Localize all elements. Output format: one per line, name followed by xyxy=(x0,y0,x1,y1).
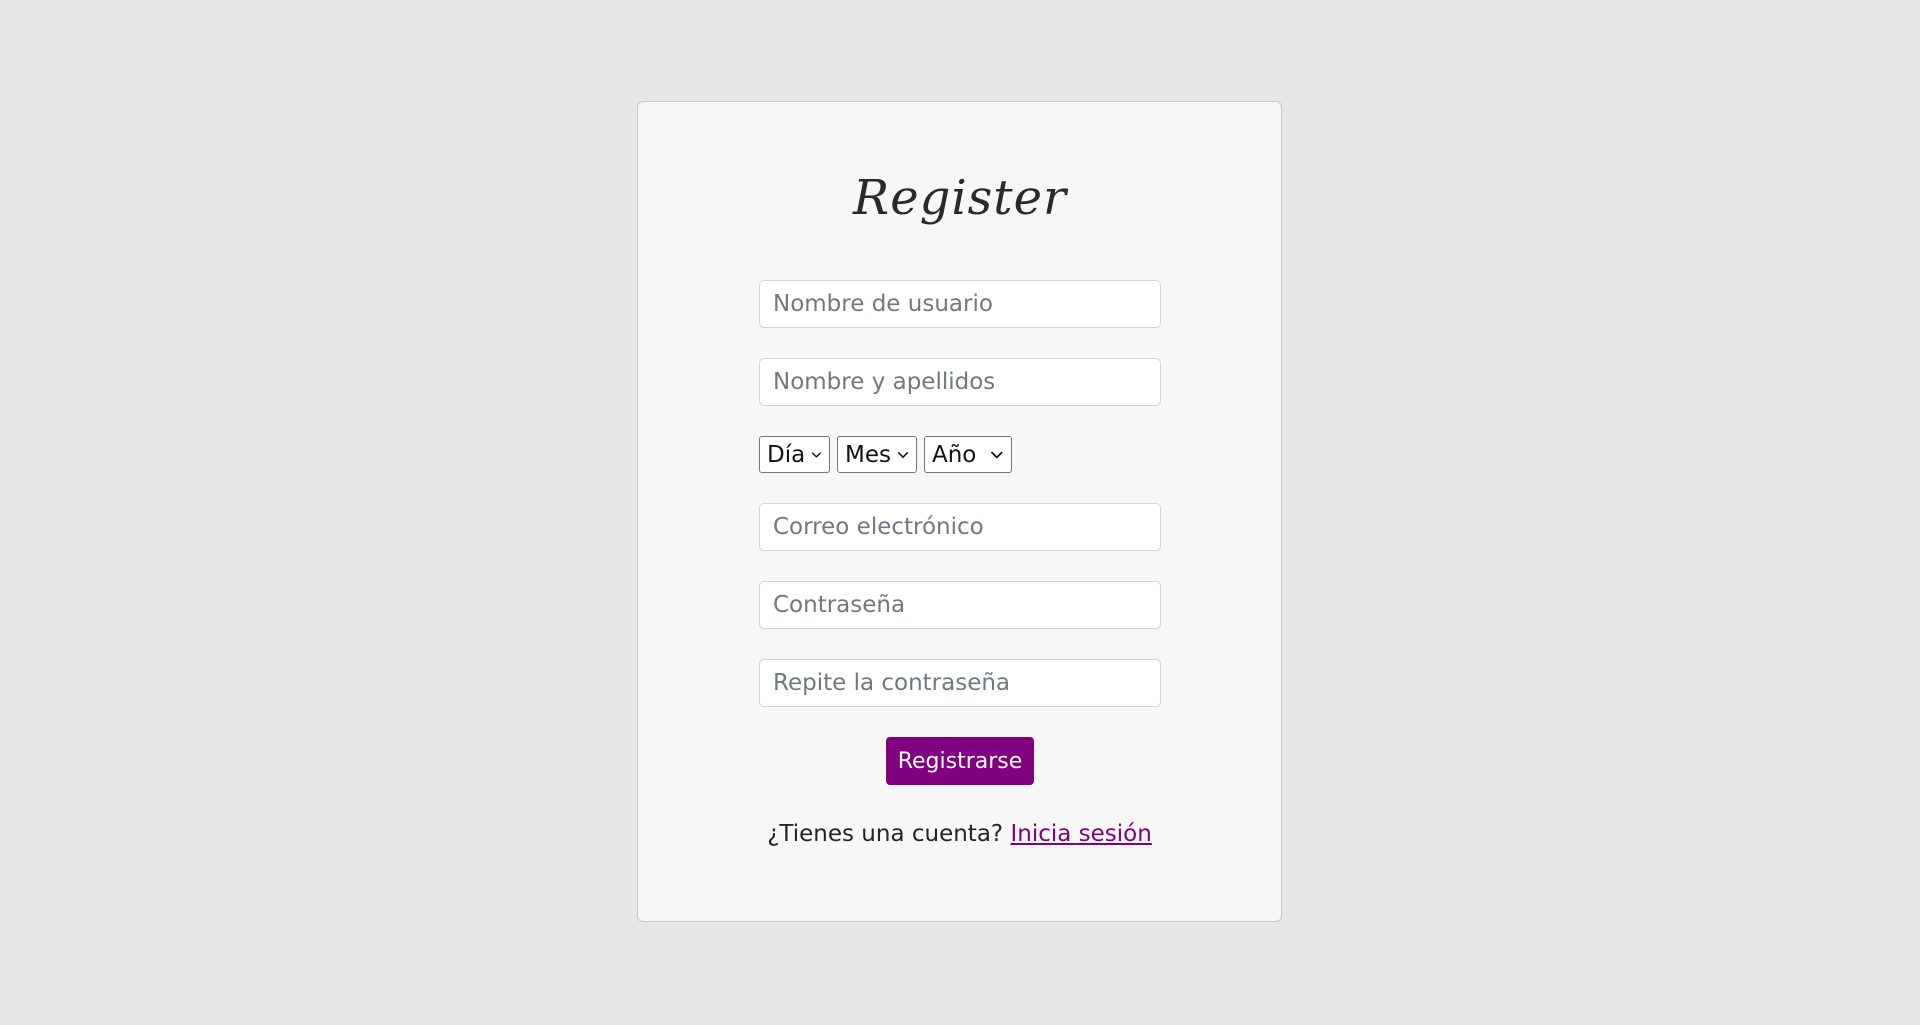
page-title: Register xyxy=(853,170,1067,226)
email-input[interactable] xyxy=(759,503,1161,551)
username-input[interactable] xyxy=(759,280,1161,328)
login-prompt: ¿Tienes una cuenta? Inicia sesión xyxy=(637,818,1282,850)
year-select-label: Año xyxy=(932,441,977,468)
chevron-down-icon xyxy=(897,451,909,458)
login-link[interactable]: Inicia sesión xyxy=(1010,821,1151,847)
password-repeat-input[interactable] xyxy=(759,659,1161,707)
day-select-label: Día xyxy=(767,441,806,468)
chevron-down-icon xyxy=(812,451,822,458)
login-prompt-text: ¿Tienes una cuenta? xyxy=(767,821,1004,847)
birthdate-selects: Día Mes Año xyxy=(759,436,1012,473)
chevron-down-icon xyxy=(991,451,1003,458)
year-select[interactable]: Año xyxy=(924,436,1012,473)
day-select[interactable]: Día xyxy=(759,436,830,473)
fullname-input[interactable] xyxy=(759,358,1161,406)
password-input[interactable] xyxy=(759,581,1161,629)
month-select-label: Mes xyxy=(845,441,891,468)
register-button[interactable]: Registrarse xyxy=(886,737,1034,785)
month-select[interactable]: Mes xyxy=(837,436,917,473)
